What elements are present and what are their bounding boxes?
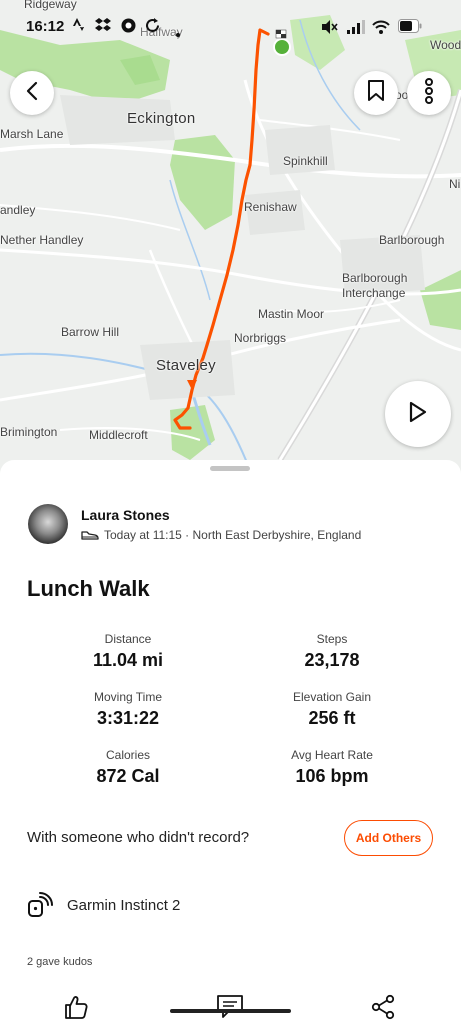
sync-icon bbox=[145, 18, 160, 36]
add-others-button[interactable]: Add Others bbox=[344, 820, 433, 856]
kudos-count[interactable]: 2 gave kudos bbox=[27, 956, 92, 968]
signal-icon bbox=[347, 20, 365, 37]
status-time: 16:12 bbox=[26, 18, 65, 35]
athlete-header[interactable]: Laura Stones Today at 11:15 · North East… bbox=[28, 504, 361, 544]
stat-moving-time: Moving Time 3:31:22 bbox=[28, 690, 228, 729]
comment-button[interactable] bbox=[214, 992, 246, 1022]
share-button[interactable] bbox=[367, 992, 399, 1022]
activity-title: Lunch Walk bbox=[27, 576, 150, 601]
stat-value: 872 Cal bbox=[96, 766, 160, 786]
map-label-middlecroft: Middlecroft bbox=[89, 428, 148, 442]
stat-distance: Distance 11.04 mi bbox=[28, 632, 228, 671]
share-icon bbox=[371, 994, 395, 1020]
device-row[interactable]: Garmin Instinct 2 bbox=[27, 892, 180, 918]
shoe-icon bbox=[81, 530, 99, 540]
play-flyover-button[interactable] bbox=[385, 381, 451, 447]
wifi-icon bbox=[372, 20, 390, 37]
map-label-barlborough-interchange: Barlborough Interchange bbox=[342, 271, 408, 300]
activity-meta-text: Today at 11:15 · North East Derbyshire, … bbox=[104, 527, 362, 542]
stat-value: 23,178 bbox=[304, 650, 360, 670]
stat-label: Elevation Gain bbox=[292, 690, 372, 704]
bookmark-icon bbox=[367, 79, 385, 107]
stat-avg-heart-rate: Avg Heart Rate 106 bpm bbox=[232, 748, 432, 787]
map-label-brimington: Brimington bbox=[0, 425, 58, 439]
battery-icon bbox=[398, 19, 422, 36]
athlete-name[interactable]: Laura Stones bbox=[81, 507, 361, 523]
more-vertical-icon bbox=[424, 77, 434, 109]
bookmark-button[interactable] bbox=[354, 71, 398, 115]
watch-signal-icon bbox=[28, 892, 53, 917]
stat-steps: Steps 23,178 bbox=[232, 632, 432, 671]
stat-elevation-gain: Elevation Gain 256 ft bbox=[232, 690, 432, 729]
play-icon bbox=[409, 401, 427, 428]
stat-value: 3:31:22 bbox=[96, 708, 160, 728]
map-label-barlborough: Barlborough bbox=[379, 233, 445, 247]
more-options-button[interactable] bbox=[407, 71, 451, 115]
device-name: Garmin Instinct 2 bbox=[67, 896, 181, 914]
stat-calories: Calories 872 Cal bbox=[28, 748, 228, 787]
thumbs-up-icon bbox=[65, 996, 88, 1019]
map-label-spinkhill: Spinkhill bbox=[283, 154, 328, 168]
stat-label: Distance bbox=[104, 632, 152, 646]
sheet-grabber[interactable] bbox=[210, 466, 250, 471]
with-someone-question: With someone who didn't record? bbox=[27, 829, 250, 846]
route-map[interactable]: Ridgeway Halfway Wood oo Eckington Marsh… bbox=[0, 0, 461, 480]
stat-label: Moving Time bbox=[93, 690, 163, 704]
kudos-button[interactable] bbox=[60, 992, 92, 1022]
dropbox-icon bbox=[95, 18, 111, 35]
stat-value: 256 ft bbox=[308, 708, 356, 728]
stat-value: 11.04 mi bbox=[92, 650, 164, 670]
activity-sheet: Laura Stones Today at 11:15 · North East… bbox=[0, 460, 461, 1024]
with-someone-row: With someone who didn't record? Add Othe… bbox=[27, 820, 437, 856]
home-indicator bbox=[170, 1009, 291, 1013]
stat-label: Steps bbox=[316, 632, 348, 646]
map-label-renishaw: Renishaw bbox=[244, 200, 297, 214]
stat-value: 106 bpm bbox=[295, 766, 369, 786]
map-label-handley: andley bbox=[0, 203, 36, 217]
stat-label: Calories bbox=[105, 748, 150, 762]
map-label-staveley: Staveley bbox=[156, 357, 216, 374]
map-label-barrow-hill: Barrow Hill bbox=[61, 325, 120, 339]
chevron-left-icon bbox=[25, 81, 39, 106]
dot-icon bbox=[176, 24, 180, 40]
map-label-ni: Ni bbox=[449, 177, 461, 191]
map-label-mastin-moor: Mastin Moor bbox=[258, 307, 325, 321]
comment-icon bbox=[217, 995, 243, 1018]
chrome-icon bbox=[121, 18, 136, 36]
map-label-marsh-lane: Marsh Lane bbox=[0, 127, 64, 141]
mute-icon bbox=[322, 20, 338, 37]
status-bar: 16:12 bbox=[0, 0, 461, 54]
activity-meta: Today at 11:15 · North East Derbyshire, … bbox=[81, 528, 361, 542]
avatar[interactable] bbox=[28, 504, 68, 544]
action-bar bbox=[0, 990, 461, 1024]
stat-label: Avg Heart Rate bbox=[291, 748, 373, 762]
map-label-nether-handley: Nether Handley bbox=[0, 233, 84, 247]
map-label-norbriggs: Norbriggs bbox=[234, 331, 287, 345]
map-label-eckington: Eckington bbox=[127, 110, 196, 127]
strava-icon bbox=[73, 18, 84, 35]
back-button[interactable] bbox=[10, 71, 54, 115]
